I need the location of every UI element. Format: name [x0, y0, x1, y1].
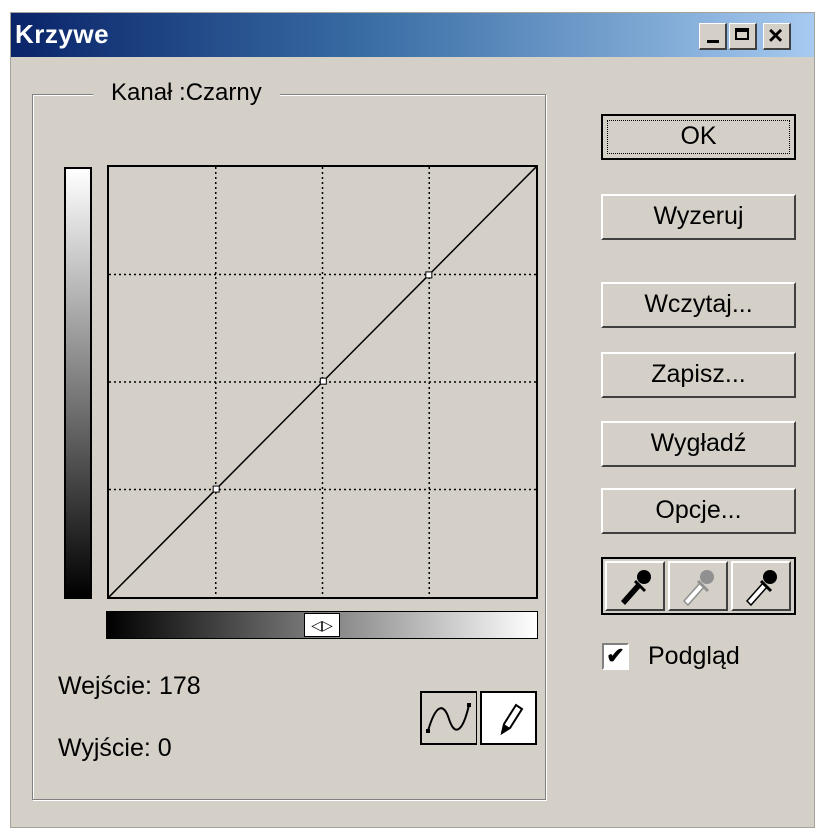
- input-readout: Wejście: 178: [58, 672, 201, 700]
- output-readout: Wyjście: 0: [58, 734, 172, 762]
- options-button[interactable]: Opcje...: [601, 488, 796, 534]
- curve-point: [319, 377, 327, 385]
- white-eyedropper-icon: [745, 570, 777, 607]
- save-button[interactable]: Zapisz...: [601, 352, 796, 398]
- load-button[interactable]: Wczytaj...: [601, 282, 796, 328]
- gray-eyedropper-icon: [682, 570, 714, 607]
- title-bar[interactable]: Krzywe ×: [11, 13, 814, 57]
- smooth-button[interactable]: Wygładź: [601, 421, 796, 467]
- preview-label[interactable]: Podgląd: [648, 642, 740, 671]
- minimize-icon[interactable]: [699, 23, 727, 50]
- channel-label: Kanał :Czarny: [93, 79, 280, 107]
- curve-point: [212, 485, 220, 493]
- ok-button[interactable]: OK: [601, 114, 796, 160]
- black-eyedropper-icon: [621, 570, 651, 605]
- maximize-icon[interactable]: [729, 23, 757, 50]
- curve-graph[interactable]: [107, 165, 538, 599]
- reset-button[interactable]: Wyzeruj: [601, 194, 796, 240]
- white-eyedropper-button[interactable]: [731, 561, 791, 611]
- gray-eyedropper-button[interactable]: [668, 561, 728, 611]
- eyedropper-group: [601, 557, 796, 615]
- input-gradient-bar: ◁▷: [106, 611, 538, 639]
- black-eyedropper-button[interactable]: [605, 561, 665, 611]
- curve-canvas[interactable]: [109, 167, 536, 597]
- gradient-direction-toggle[interactable]: ◁▷: [304, 613, 340, 637]
- curve-tool-button[interactable]: [420, 691, 477, 745]
- close-icon[interactable]: ×: [763, 21, 791, 50]
- curve-tool-icon: [426, 703, 471, 733]
- window-title: Krzywe: [15, 19, 110, 49]
- output-gradient-bar: [64, 167, 92, 599]
- curve-point: [425, 271, 433, 279]
- preview-checkbox[interactable]: ✔: [602, 643, 629, 670]
- pencil-tool-icon: [500, 703, 524, 736]
- pencil-tool-button[interactable]: [480, 691, 537, 745]
